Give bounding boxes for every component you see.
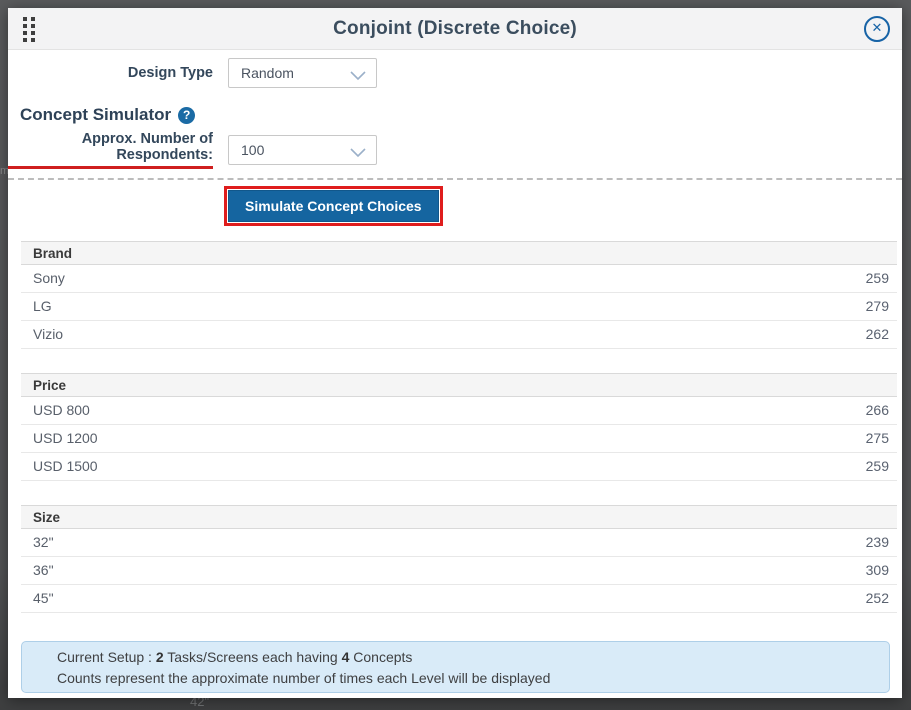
drag-handle-icon[interactable] <box>22 15 38 43</box>
close-icon[interactable]: ✕ <box>864 16 890 42</box>
button-row: Simulate Concept Choices <box>8 186 902 225</box>
level-count: 252 <box>866 585 897 612</box>
level-label: USD 800 <box>21 397 866 424</box>
brand-table: Brand Sony 259 LG 279 Vizio 262 <box>21 241 897 349</box>
respondents-label: Approx. Number of Respondents: <box>8 131 213 169</box>
level-label: 45" <box>21 585 866 612</box>
size-table: Size 32" 239 36" 309 45" 252 <box>21 505 897 613</box>
modal-title: Conjoint (Discrete Choice) <box>333 18 577 40</box>
table-row: LG 279 <box>21 293 897 321</box>
level-label: 36" <box>21 557 866 584</box>
table-row: USD 1200 275 <box>21 425 897 453</box>
section-title: Concept Simulator <box>20 105 171 125</box>
info-text: Concepts <box>349 649 412 665</box>
dashed-separator <box>8 178 902 180</box>
info-line-1: Current Setup : 2 Tasks/Screens each hav… <box>57 647 879 668</box>
help-icon[interactable]: ? <box>178 107 195 124</box>
table-row: USD 800 266 <box>21 397 897 425</box>
table-header: Price <box>21 373 897 397</box>
current-setup-info-box: Current Setup : 2 Tasks/Screens each hav… <box>21 641 890 693</box>
table-header: Size <box>21 505 897 529</box>
conjoint-modal: Conjoint (Discrete Choice) ✕ Design Type… <box>8 8 902 698</box>
respondents-select[interactable]: 100 <box>228 135 377 165</box>
table-row: 32" 239 <box>21 529 897 557</box>
table-header: Brand <box>21 241 897 265</box>
table-row: 45" 252 <box>21 585 897 613</box>
level-label: 32" <box>21 529 866 556</box>
tasks-count: 2 <box>156 649 164 665</box>
respondents-label-text: Approx. Number of Respondents: <box>8 131 213 169</box>
price-table: Price USD 800 266 USD 1200 275 USD 1500 … <box>21 373 897 481</box>
design-type-value: Random <box>241 65 294 81</box>
design-type-label: Design Type <box>8 65 213 81</box>
modal-header: Conjoint (Discrete Choice) ✕ <box>8 8 902 50</box>
level-count: 279 <box>866 293 897 320</box>
table-row: Sony 259 <box>21 265 897 293</box>
level-count: 239 <box>866 529 897 556</box>
respondents-row: Approx. Number of Respondents: 100 <box>8 134 902 166</box>
level-label: USD 1200 <box>21 425 866 452</box>
info-text: Tasks/Screens each having <box>164 649 342 665</box>
concept-simulator-heading: Concept Simulator ? <box>8 104 902 126</box>
chevron-down-icon <box>350 145 366 155</box>
level-label: Vizio <box>21 321 866 348</box>
level-count: 262 <box>866 321 897 348</box>
level-count: 309 <box>866 557 897 584</box>
table-row: Vizio 262 <box>21 321 897 349</box>
level-label: LG <box>21 293 866 320</box>
level-label: Sony <box>21 265 866 292</box>
chevron-down-icon <box>350 68 366 78</box>
table-row: USD 1500 259 <box>21 453 897 481</box>
level-count: 275 <box>866 425 897 452</box>
level-count: 259 <box>866 453 897 480</box>
design-type-select[interactable]: Random <box>228 58 377 88</box>
level-count: 266 <box>866 397 897 424</box>
respondents-value: 100 <box>241 142 264 158</box>
info-line-2: Counts represent the approximate number … <box>57 668 879 689</box>
info-text: Current Setup : <box>57 649 156 665</box>
level-label: USD 1500 <box>21 453 866 480</box>
design-type-row: Design Type Random <box>8 58 902 88</box>
level-count: 259 <box>866 265 897 292</box>
simulate-concept-choices-button[interactable]: Simulate Concept Choices <box>228 190 439 222</box>
table-row: 36" 309 <box>21 557 897 585</box>
